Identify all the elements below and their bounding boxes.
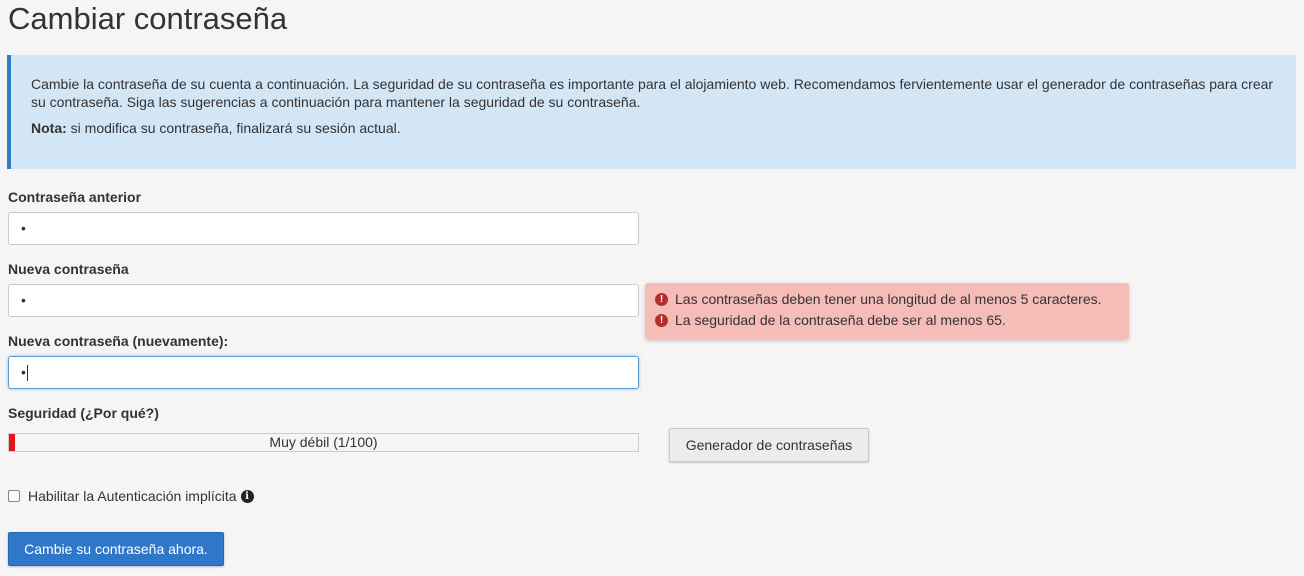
new-password-value: • <box>21 292 26 308</box>
change-password-button[interactable]: Cambie su contraseña ahora. <box>8 532 224 566</box>
strength-label: Seguridad (¿Por qué?) <box>8 405 159 421</box>
error-item: ! Las contraseñas deben tener una longit… <box>655 289 1119 310</box>
old-password-input[interactable]: • <box>8 212 639 245</box>
exclamation-circle-icon: ! <box>655 314 668 327</box>
password-generator-button[interactable]: Generador de contraseñas <box>669 428 869 462</box>
note-label: Nota: <box>31 120 67 136</box>
text-caret <box>26 365 28 382</box>
strength-text: Muy débil (1/100) <box>269 434 378 450</box>
new-password-again-value: • <box>21 364 26 380</box>
note-text: si modifica su contraseña, finalizará su… <box>66 120 401 136</box>
implicit-auth-label[interactable]: Habilitar la Autenticación implícita <box>28 488 237 504</box>
implicit-auth-row: Habilitar la Autenticación implícita i <box>8 488 254 504</box>
info-note: Nota: si modifica su contraseña, finaliz… <box>31 119 1276 137</box>
info-paragraph: Cambie la contraseña de su cuenta a cont… <box>31 76 1274 110</box>
new-password-label: Nueva contraseña <box>8 261 129 277</box>
old-password-label: Contraseña anterior <box>8 189 142 205</box>
new-password-again-label: Nueva contraseña (nuevamente): <box>8 333 229 349</box>
exclamation-circle-icon: ! <box>655 293 668 306</box>
error-item: ! La seguridad de la contraseña debe ser… <box>655 310 1119 331</box>
old-password-value: • <box>21 220 26 236</box>
info-icon[interactable]: i <box>240 489 254 503</box>
strength-meter: Muy débil (1/100) <box>8 433 639 452</box>
info-box: Cambie la contraseña de su cuenta a cont… <box>7 55 1296 169</box>
page-title: Cambiar contraseña <box>8 1 288 36</box>
error-text: Las contraseñas deben tener una longitud… <box>675 291 1102 307</box>
new-password-input[interactable]: • <box>8 284 639 317</box>
new-password-again-input[interactable]: • <box>8 356 639 389</box>
implicit-auth-checkbox[interactable] <box>8 490 20 502</box>
error-text: La seguridad de la contraseña debe ser a… <box>675 312 1006 328</box>
validation-error-box: ! Las contraseñas deben tener una longit… <box>645 283 1129 339</box>
